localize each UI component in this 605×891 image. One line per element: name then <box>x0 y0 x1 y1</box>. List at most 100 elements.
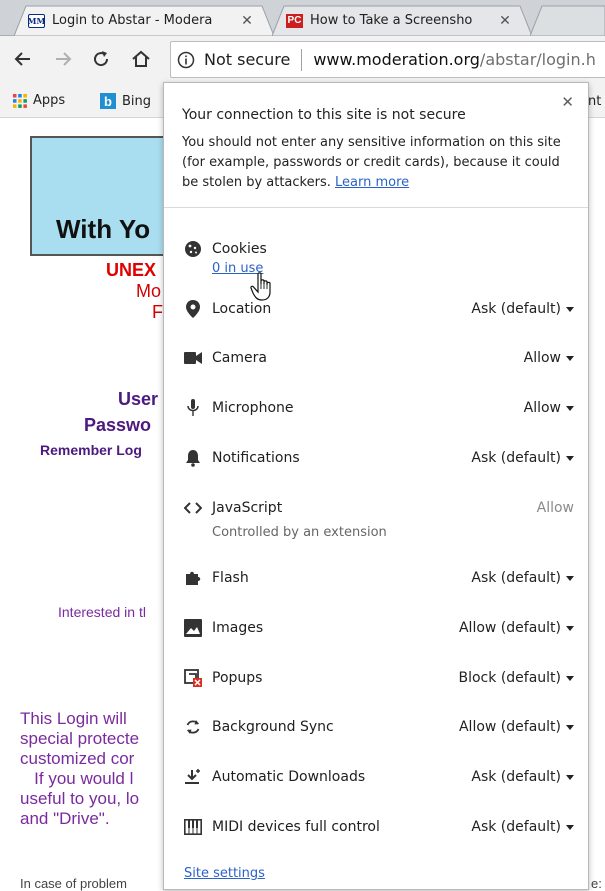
login-paragraph: This Login will special protecte customi… <box>20 709 170 829</box>
permission-background-sync: Background Sync Allow (default) <box>184 715 574 739</box>
site-info-popup: ✕ Your connection to this site is not se… <box>163 82 589 890</box>
permission-dropdown[interactable]: Ask (default) <box>471 769 574 785</box>
tab-inactive[interactable]: PC How to Take a Screensho ✕ <box>272 5 532 36</box>
permission-label: Camera <box>212 350 267 366</box>
bookmark-apps[interactable]: Apps <box>13 93 65 108</box>
permission-dropdown[interactable]: Allow (default) <box>459 719 574 735</box>
forward-button[interactable] <box>50 46 76 72</box>
tab-strip: MM Login to Abstar - Modera ✕ PC How to … <box>0 0 605 36</box>
toolbar: Not secure www.moderation.org/abstar/log… <box>0 36 605 86</box>
microphone-icon <box>184 399 202 417</box>
chevron-down-icon <box>566 306 574 312</box>
bookmark-clipped-text: nt <box>588 94 602 109</box>
chevron-down-icon <box>566 625 574 631</box>
permission-label: Images <box>212 620 264 636</box>
tab-close-icon[interactable]: ✕ <box>498 13 512 29</box>
permission-value: Ask (default) <box>471 301 561 317</box>
back-arrow-icon <box>14 52 30 66</box>
permission-cookies: Cookies <box>184 237 574 261</box>
url-text[interactable]: www.moderation.org/abstar/login.h <box>313 50 596 69</box>
permission-javascript: JavaScript Allow <box>184 496 574 520</box>
close-icon[interactable]: ✕ <box>561 93 574 111</box>
permission-popups: Popups Block (default) <box>184 666 574 690</box>
address-bar[interactable]: Not secure www.moderation.org/abstar/log… <box>170 41 605 78</box>
tab-title: Login to Abstar - Modera <box>52 13 213 28</box>
permission-label: Microphone <box>212 400 294 416</box>
popup-blocked-icon <box>184 669 202 687</box>
bookmark-bing[interactable]: b Bing <box>100 93 151 109</box>
permission-dropdown[interactable]: Ask (default) <box>471 819 574 835</box>
reload-button[interactable] <box>88 46 114 72</box>
bell-icon <box>184 449 202 467</box>
warning-heading: UNEX <box>106 260 157 280</box>
permission-label: Popups <box>212 670 263 686</box>
permission-midi: MIDI devices full control Ask (default) <box>184 815 574 839</box>
back-button[interactable] <box>10 46 36 72</box>
permission-automatic-downloads: Automatic Downloads Ask (default) <box>184 765 574 789</box>
url-host: www.moderation.org <box>313 50 480 69</box>
forward-arrow-icon <box>56 52 72 66</box>
apps-grid-icon <box>13 93 27 108</box>
javascript-controlled-note: Controlled by an extension <box>212 525 387 540</box>
permission-dropdown[interactable]: Ask (default) <box>471 450 574 466</box>
cookie-icon <box>184 240 202 258</box>
midi-icon <box>184 818 202 836</box>
permission-dropdown[interactable]: Ask (default) <box>471 570 574 586</box>
chevron-down-icon <box>566 675 574 681</box>
permission-dropdown[interactable]: Allow <box>524 350 574 366</box>
chevron-down-icon <box>566 774 574 780</box>
permission-label: Background Sync <box>212 719 334 735</box>
home-button[interactable] <box>128 46 154 72</box>
permission-value: Ask (default) <box>471 769 561 785</box>
camera-icon <box>184 349 202 367</box>
permission-dropdown[interactable]: Allow (default) <box>459 620 574 636</box>
warning-line-3: F <box>152 302 163 322</box>
new-tab-button[interactable] <box>530 5 605 36</box>
omnibox-separator <box>301 48 303 71</box>
remember-login-label: Remember Log <box>40 442 142 458</box>
home-icon <box>132 50 150 67</box>
password-label: Passwo <box>84 415 152 435</box>
sync-icon <box>184 718 202 736</box>
permission-value: Ask (default) <box>471 819 561 835</box>
chevron-down-icon <box>566 724 574 730</box>
permission-microphone: Microphone Allow <box>184 396 574 420</box>
permission-value: Allow (default) <box>458 620 561 636</box>
permission-label: Location <box>212 301 272 317</box>
permission-label: Flash <box>212 570 249 586</box>
site-settings-link[interactable]: Site settings <box>184 866 265 881</box>
paragraph-line: customized cor <box>20 749 135 768</box>
puzzle-icon <box>184 569 202 587</box>
tab-close-icon[interactable]: ✕ <box>240 13 254 29</box>
permission-camera: Camera Allow <box>184 346 574 370</box>
permission-dropdown[interactable]: Ask (default) <box>471 301 574 317</box>
paragraph-line: and "Drive". <box>20 809 110 828</box>
banner-text: With Yo <box>56 214 151 244</box>
learn-more-link[interactable]: Learn more <box>335 175 409 190</box>
bing-icon: b <box>100 93 116 109</box>
bookmark-label: Apps <box>33 93 66 108</box>
permission-dropdown[interactable]: Allow <box>524 400 574 416</box>
permission-label: Notifications <box>212 450 300 466</box>
info-icon[interactable] <box>175 49 197 71</box>
popup-title: Your connection to this site is not secu… <box>182 107 466 123</box>
permission-value: Allow (default) <box>458 719 561 735</box>
permission-images: Images Allow (default) <box>184 616 574 640</box>
permission-dropdown[interactable]: Block (default) <box>459 670 574 686</box>
permission-label: Automatic Downloads <box>212 769 366 785</box>
permission-flash: Flash Ask (default) <box>184 566 574 590</box>
reload-icon <box>94 51 109 67</box>
permission-notifications: Notifications Ask (default) <box>184 446 574 470</box>
tab-active[interactable]: MM Login to Abstar - Modera ✕ <box>14 5 274 36</box>
chevron-down-icon <box>566 455 574 461</box>
paragraph-line: useful to you, lo <box>20 789 140 808</box>
svg-text:b: b <box>104 94 112 109</box>
permission-value: Allow <box>523 350 561 366</box>
image-icon <box>184 619 202 637</box>
clipped-text: e: <box>591 876 602 891</box>
security-label[interactable]: Not secure <box>204 50 290 69</box>
permission-label: Cookies <box>212 241 267 257</box>
chevron-down-icon <box>566 355 574 361</box>
code-icon <box>184 499 202 517</box>
download-icon <box>184 768 202 786</box>
